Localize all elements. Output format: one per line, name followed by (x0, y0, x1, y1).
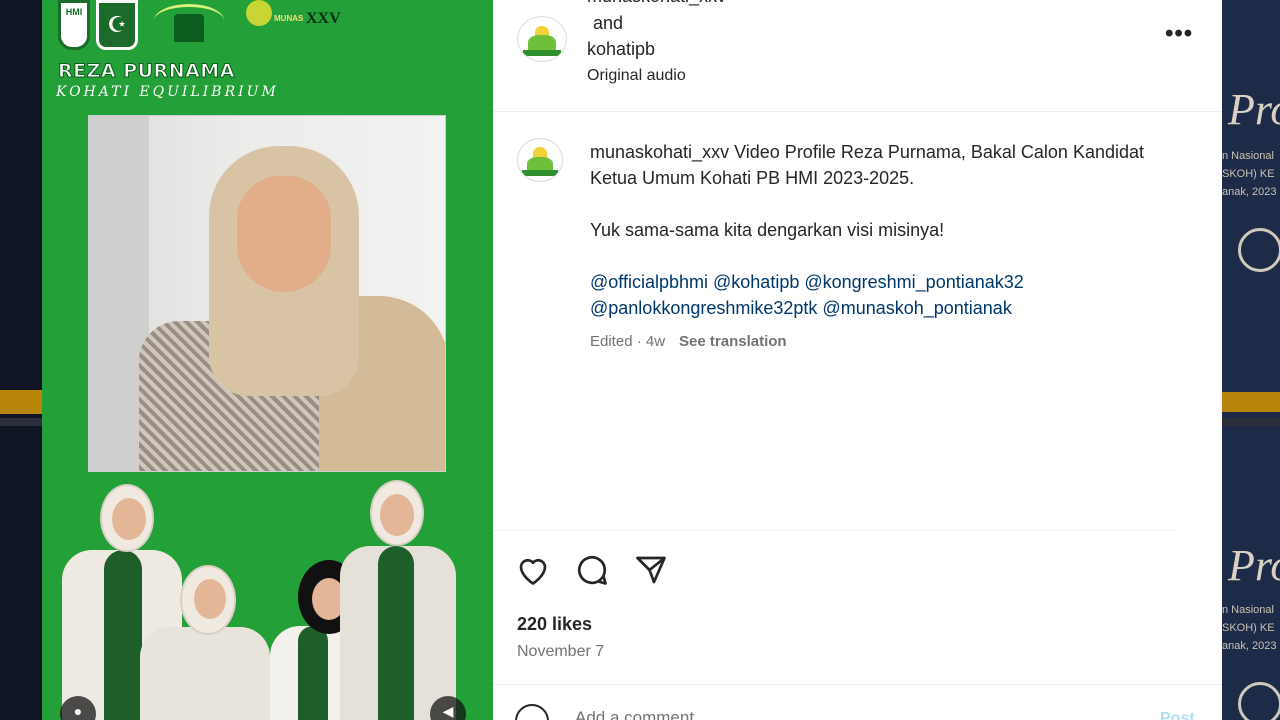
backdrop-emblem-icon (1238, 682, 1280, 720)
author-avatar[interactable] (517, 16, 567, 62)
author-username[interactable]: munaskohati_xxv (587, 0, 726, 7)
mention-link[interactable]: @panlokkongreshmike32ptk (590, 298, 817, 318)
post-caption: munaskohati_xxv Video Profile Reza Purna… (590, 139, 1150, 321)
backdrop-divider (1222, 418, 1280, 426)
backdrop-left (0, 0, 42, 720)
post-header: munaskohati_xxv and kohatipb Original au… (493, 0, 1222, 112)
hmi-logo-text: HMI (65, 7, 83, 17)
logo-row: HMI ☪ MUNAS XXV (58, 0, 350, 52)
caption-username[interactable]: munaskohati_xxv (590, 142, 729, 162)
munas-logo-text: MUNAS (274, 14, 304, 23)
kohati-logo-icon: ☪ (96, 0, 138, 50)
post-sidebar: munaskohati_xxv and kohatipb Original au… (493, 0, 1222, 720)
post-date: November 7 (517, 643, 605, 660)
backdrop-line: SKOH) KE (1222, 168, 1275, 180)
hmi-logo-icon: HMI (58, 0, 90, 50)
person (334, 480, 464, 720)
candidate-name: REZA PURNAMA (58, 60, 235, 83)
speaker-face (237, 176, 331, 292)
backdrop-gold-band (0, 390, 42, 414)
reel-video[interactable]: HMI ☪ MUNAS XXV REZA PURNAMA KOHATI EQUI… (42, 0, 493, 720)
munas-logo-mark (246, 0, 272, 26)
mention-link[interactable]: @munaskoh_pontianak (822, 298, 1011, 318)
post-meta: Edited · 4w See translation (590, 333, 787, 350)
munas-logo-icon: MUNAS XXV (246, 0, 350, 40)
backdrop-pro-text: Pro (1228, 541, 1280, 590)
candidate-photos (42, 480, 493, 720)
person (140, 565, 270, 720)
caption-line: Yuk sama-sama kita dengarkan visi misiny… (590, 220, 945, 240)
backdrop-divider (0, 418, 42, 426)
divider (493, 530, 1178, 531)
backdrop-line: n Nasional (1222, 150, 1274, 162)
backdrop-pro-text: Pro (1228, 85, 1280, 134)
collab-username[interactable]: kohatipb (587, 39, 655, 60)
backdrop-line: SKOH) KE (1222, 622, 1275, 634)
post-comment-button[interactable]: Post (1160, 710, 1195, 720)
smiley-icon[interactable] (515, 704, 549, 720)
heart-icon[interactable] (515, 552, 551, 588)
mention-link[interactable]: @kohatipb (713, 272, 799, 292)
munas-xxv-text: XXV (306, 10, 341, 27)
ellipsis-icon[interactable]: ••• (1165, 20, 1193, 48)
backdrop-line: anak, 2023 (1222, 186, 1277, 198)
see-translation-link[interactable]: See translation (679, 333, 787, 350)
paper-plane-icon[interactable] (633, 552, 669, 588)
speaker-frame (88, 115, 446, 472)
candidate-subtitle: KOHATI EQUILIBRIUM (56, 84, 279, 100)
collab-and: and (593, 13, 624, 33)
backdrop-gold-band (1222, 392, 1280, 412)
backdrop-emblem-icon (1238, 228, 1280, 272)
audio-link[interactable]: Original audio (587, 67, 686, 85)
backdrop-line: anak, 2023 (1222, 640, 1277, 652)
likes-count[interactable]: 220 likes (517, 614, 592, 635)
equilibrium-logo-icon (144, 0, 234, 46)
comment-input[interactable] (575, 708, 1135, 720)
mention-link[interactable]: @officialpbhmi (590, 272, 708, 292)
backdrop-right: Pro n Nasional SKOH) KE anak, 2023 Pro n… (1222, 0, 1280, 720)
backdrop-line: n Nasional (1222, 604, 1274, 616)
speech-bubble-icon[interactable] (574, 552, 610, 588)
divider (493, 684, 1222, 685)
mention-link[interactable]: @kongreshmi_pontianak32 (804, 272, 1023, 292)
caption-avatar[interactable] (517, 138, 563, 182)
edited-label: Edited · 4w (590, 333, 666, 350)
